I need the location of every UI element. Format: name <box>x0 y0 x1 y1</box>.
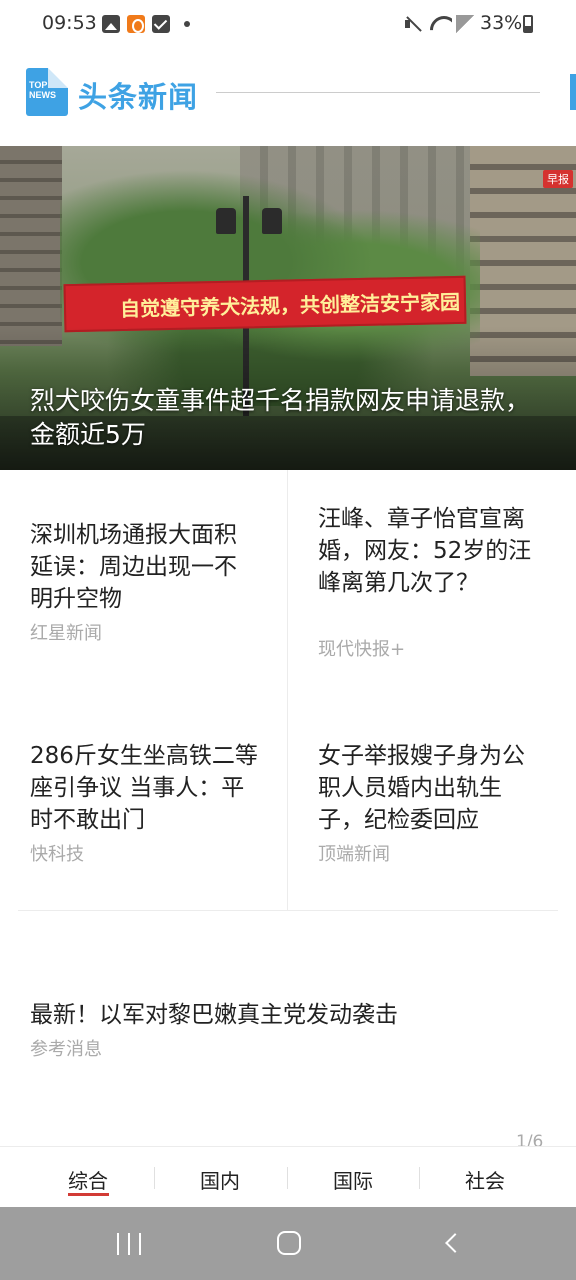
system-navigation-bar <box>0 1207 576 1280</box>
home-icon[interactable] <box>277 1231 301 1255</box>
hero-badge: 早报 <box>543 170 573 188</box>
news-title[interactable]: 286斤女生坐高铁二等座引争议 当事人：平时不敢出门 <box>30 740 260 836</box>
header-edge-tab <box>570 74 576 110</box>
hero-image-banner: 自觉遵守养犬法规，共创整洁安宁家园 <box>63 275 467 333</box>
news-source: 快科技 <box>30 844 84 865</box>
hero-banner-text: 自觉遵守养犬法规，共创整洁安宁家园 <box>119 289 461 322</box>
check-icon <box>152 15 170 33</box>
news-title[interactable]: 最新！以军对黎巴嫩真主党发动袭击 <box>30 999 550 1031</box>
battery-icon <box>523 15 533 33</box>
news-title[interactable]: 女子举报嫂子身为公职人员婚内出轨生子，纪检委回应 <box>318 740 540 836</box>
news-source: 参考消息 <box>30 1039 102 1060</box>
back-icon[interactable] <box>445 1233 465 1253</box>
hero-image-lamp-left <box>216 208 236 234</box>
widget-header: TOP NEWS 头条新闻 <box>0 50 576 146</box>
app-notification-icon <box>127 15 145 33</box>
mute-icon <box>404 15 422 33</box>
news-title[interactable]: 汪峰、章子怡官宣离婚，网友：52岁的汪峰离第几次了？ <box>318 503 540 599</box>
news-source: 现代快报+ <box>318 639 406 660</box>
tab-general[interactable]: 综合 <box>22 1165 154 1194</box>
status-bar: 09:53 33% <box>0 0 576 50</box>
news-source: 红星新闻 <box>30 623 102 644</box>
grid-divider-horizontal <box>18 910 558 911</box>
dot-icon <box>184 21 190 27</box>
header-title[interactable]: 头条新闻 <box>78 74 198 116</box>
grid-divider-vertical <box>287 470 288 910</box>
active-tab-indicator <box>68 1193 109 1196</box>
news-source: 顶端新闻 <box>318 844 390 865</box>
hero-image-building-left <box>0 146 62 346</box>
battery-level: 33% <box>480 12 523 34</box>
recents-icon[interactable] <box>117 1233 141 1255</box>
tab-domestic[interactable]: 国内 <box>154 1165 286 1194</box>
category-tab-bar: 综合 国内 国际 社会 <box>0 1146 576 1206</box>
signal-icon <box>456 15 474 33</box>
tab-society[interactable]: 社会 <box>419 1165 551 1194</box>
gallery-icon <box>102 15 120 33</box>
hero-headline[interactable]: 烈犬咬伤女童事件超千名捐款网友申请退款，金额近5万 <box>30 384 550 452</box>
wifi-icon <box>430 14 452 32</box>
news-title[interactable]: 深圳机场通报大面积延误：周边出现一不明升空物 <box>30 519 252 615</box>
logo-text: TOP NEWS <box>29 80 56 100</box>
hero-image-lamp-right <box>262 208 282 234</box>
hero-news-card[interactable]: 自觉遵守养犬法规，共创整洁安宁家园 早报 烈犬咬伤女童事件超千名捐款网友申请退款… <box>0 146 576 470</box>
header-divider <box>216 92 540 93</box>
tab-international[interactable]: 国际 <box>287 1165 419 1194</box>
top-news-logo[interactable]: TOP NEWS <box>26 68 68 116</box>
status-time: 09:53 <box>42 12 97 34</box>
